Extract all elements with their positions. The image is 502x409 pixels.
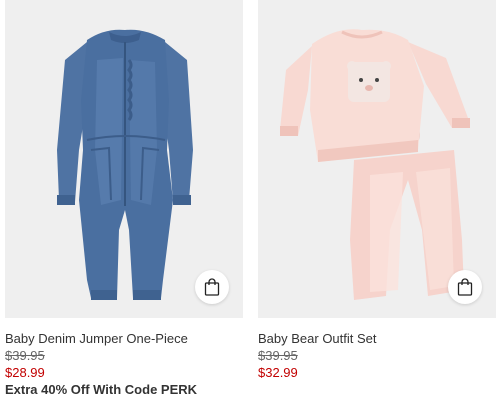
add-to-bag-button[interactable] [448,270,482,304]
product-name[interactable]: Baby Bear Outfit Set [258,330,496,347]
product-card[interactable]: Baby Bear Outfit Set $39.95 $32.99 [258,0,496,381]
product-grid: Baby Denim Jumper One-Piece $39.95 $28.9… [0,0,502,409]
product-name[interactable]: Baby Denim Jumper One-Piece [5,330,243,347]
shopping-bag-icon [204,278,220,296]
promo-text: Extra 40% Off With Code PERK [5,382,198,397]
product-image[interactable] [258,0,496,318]
product-card[interactable]: Baby Denim Jumper One-Piece $39.95 $28.9… [5,0,243,398]
sale-price: $32.99 [258,365,298,380]
shopping-bag-icon [457,278,473,296]
product-image[interactable] [5,0,243,318]
original-price: $39.95 [258,348,298,363]
original-price: $39.95 [5,348,45,363]
add-to-bag-button[interactable] [195,270,229,304]
sale-price: $28.99 [5,365,45,380]
